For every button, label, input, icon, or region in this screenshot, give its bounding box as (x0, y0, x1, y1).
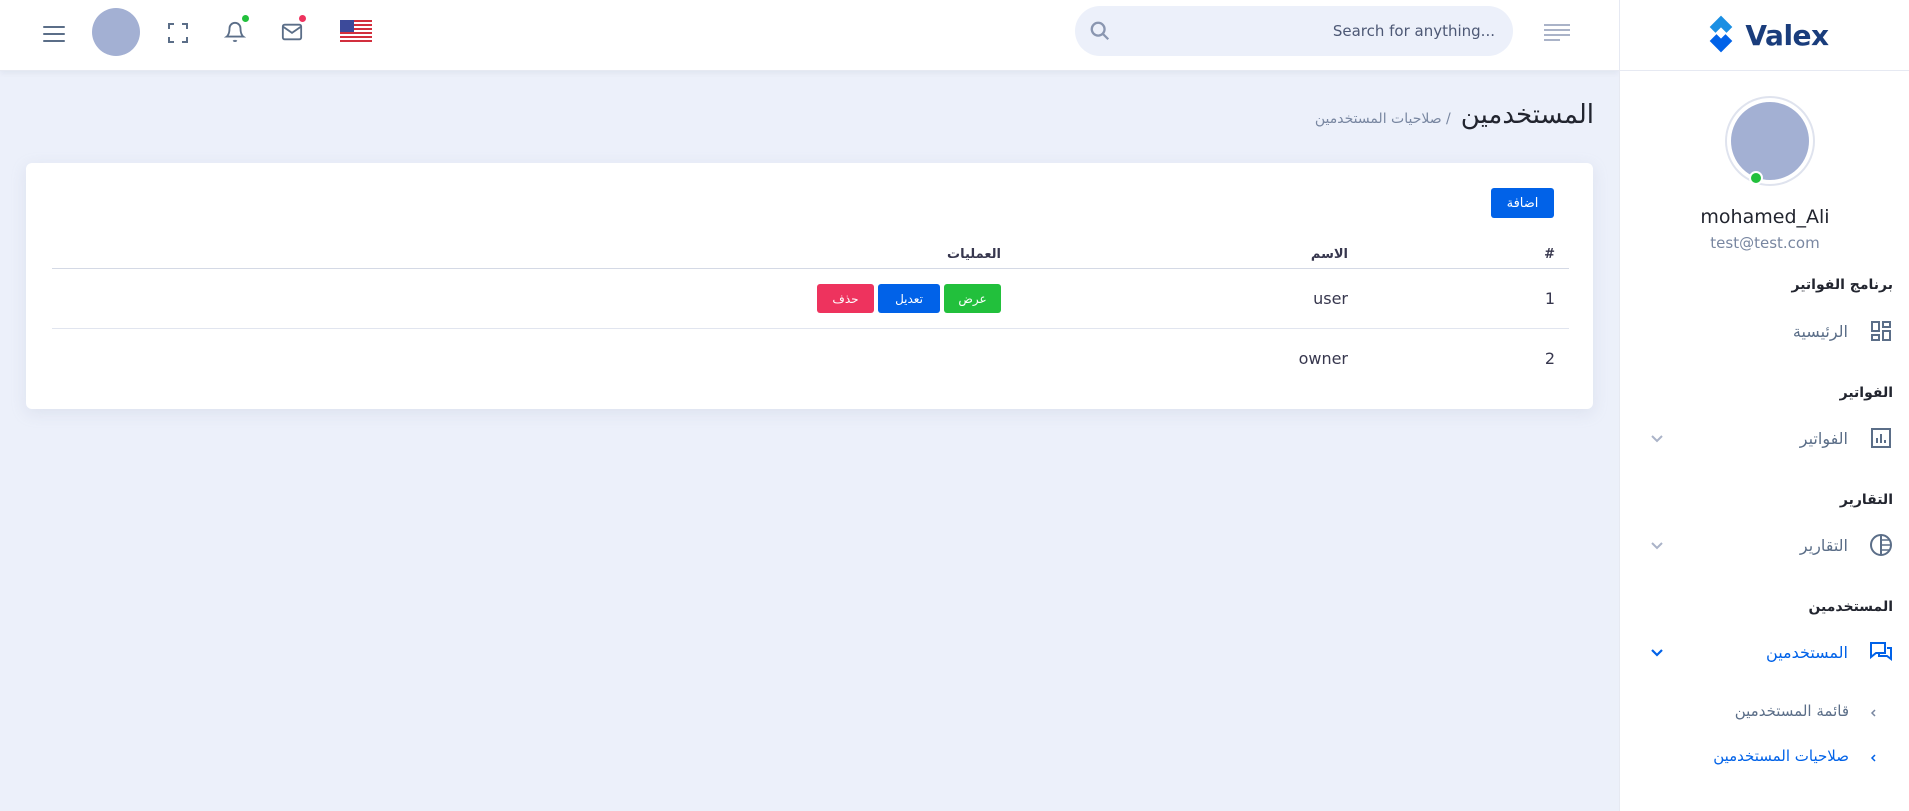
sidebar-subitem-users-permissions[interactable]: صلاحيات المستخدمين (1619, 741, 1909, 771)
search-box (1075, 6, 1513, 56)
message-dot (298, 14, 307, 23)
us-flag-icon[interactable] (340, 20, 372, 42)
sidebar-item-users[interactable]: المستخدمين (1619, 632, 1909, 672)
online-status-dot (1749, 171, 1763, 185)
sidebar-item-label: الفواتير (1799, 428, 1848, 448)
row-name: user (1313, 289, 1348, 308)
sidebar-item-label: المستخدمين (1766, 642, 1848, 662)
sidebar-subitem-label: صلاحيات المستخدمين (1713, 747, 1849, 765)
view-button[interactable]: عرض (944, 284, 1001, 313)
chevron-left-icon (1869, 751, 1879, 762)
column-header-name: الاسم (1310, 247, 1348, 262)
category-reports: التقارير (1839, 492, 1893, 508)
sidebar-item-home[interactable]: الرئيسية (1619, 311, 1909, 351)
chevron-left-icon (1869, 706, 1879, 717)
sidebar: Valex mohamed_Ali test@test.com برنامج ا… (1619, 0, 1909, 811)
notification-dot (241, 14, 250, 23)
category-invoice-program: برنامج الفواتير (1791, 277, 1894, 293)
dashboard-icon (1868, 318, 1894, 344)
row-name: owner (1298, 349, 1348, 368)
top-header (0, 0, 1619, 71)
profile-avatar[interactable] (1727, 98, 1813, 184)
fullscreen-icon[interactable] (164, 19, 192, 47)
search-input[interactable] (1125, 6, 1495, 56)
profile-email: test@test.com (1710, 234, 1820, 252)
valex-logo-icon (1710, 15, 1733, 53)
sidebar-subitem-label: قائمة المستخدمين (1734, 702, 1849, 720)
category-invoices: الفواتير (1839, 385, 1893, 401)
chevron-down-icon (1649, 430, 1665, 446)
row-actions: عرض تعديل حذف (817, 284, 1001, 313)
brand-name: Valex (1745, 18, 1829, 52)
delete-button[interactable]: حذف (817, 284, 874, 313)
chart-icon (1868, 425, 1894, 451)
column-header-number: # (1544, 247, 1555, 262)
column-header-actions: العمليات (947, 247, 1001, 262)
menu-icon[interactable] (40, 20, 68, 48)
breadcrumb: المستخدمين / صلاحيات المستخدمين (1315, 100, 1594, 130)
row-number: 1 (1544, 289, 1555, 308)
permissions-table: # الاسم العمليات 1 user عرض تعديل حذف 2 … (52, 243, 1569, 389)
chevron-down-icon (1649, 644, 1665, 660)
sidebar-item-reports[interactable]: التقارير (1619, 525, 1909, 565)
table-header: # الاسم العمليات (52, 243, 1569, 269)
sidebar-item-invoices[interactable]: الفواتير (1619, 418, 1909, 458)
profile-name: mohamed_Ali (1700, 206, 1830, 228)
category-users: المستخدمين (1808, 599, 1893, 615)
table-row: 2 owner (52, 329, 1569, 389)
sidebar-item-label: التقارير (1799, 535, 1848, 555)
sidebar-subitem-users-list[interactable]: قائمة المستخدمين (1619, 696, 1909, 726)
search-icon[interactable] (1089, 20, 1111, 42)
table-row: 1 user عرض تعديل حذف (52, 269, 1569, 329)
page-subtitle: / صلاحيات المستخدمين (1314, 111, 1451, 127)
row-number: 2 (1544, 349, 1555, 368)
pie-icon (1868, 532, 1894, 558)
sidebar-item-label: الرئيسية (1792, 321, 1848, 341)
brand-logo[interactable]: Valex (1620, 0, 1909, 71)
chat-icon (1868, 639, 1894, 665)
lines-icon[interactable] (1542, 20, 1572, 44)
header-avatar[interactable] (92, 8, 140, 56)
edit-button[interactable]: تعديل (878, 284, 940, 313)
add-button[interactable]: اضافة (1491, 188, 1554, 218)
page-title: المستخدمين (1460, 100, 1594, 130)
permissions-card: اضافة # الاسم العمليات 1 user عرض تعديل … (26, 163, 1593, 409)
chevron-down-icon (1649, 537, 1665, 553)
